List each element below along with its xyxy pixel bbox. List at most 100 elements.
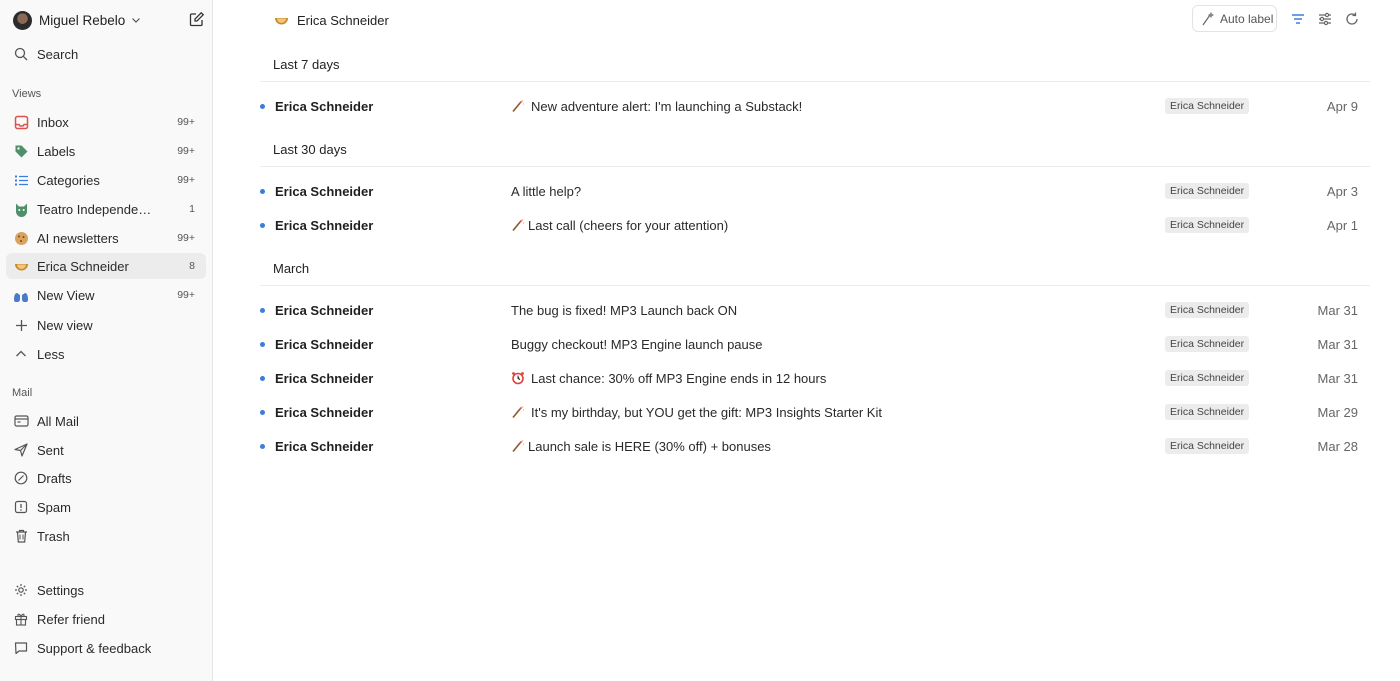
sidebar-item-refer-friend[interactable]: Refer friend: [6, 606, 206, 632]
sidebar-item-count: 8: [189, 260, 195, 272]
label-badge: Erica Schneider: [1165, 98, 1250, 114]
unread-dot: [260, 341, 265, 347]
sidebar-search[interactable]: Search: [6, 41, 206, 67]
label-badge: Erica Schneider: [1165, 438, 1250, 454]
email-subject: Last chance: 30% off MP3 Engine ends in …: [511, 371, 826, 386]
label-badge: Erica Schneider: [1165, 370, 1250, 386]
cookie-icon: [13, 230, 29, 246]
sidebar-item-ai-newsletters[interactable]: AI newsletters 99+: [6, 225, 206, 251]
bowl-icon: [13, 258, 29, 274]
email-sender: Erica Schneider: [275, 336, 374, 352]
view-title: Erica Schneider: [274, 10, 389, 30]
email-row[interactable]: Erica Schneider It's my birthday, but YO…: [254, 397, 1364, 427]
divider: [260, 81, 1370, 82]
email-subject: Buggy checkout! MP3 Engine launch pause: [511, 337, 763, 352]
mail-section-title: Mail: [12, 387, 33, 399]
sidebar-item-label: Refer friend: [37, 611, 105, 627]
email-subject-text: Buggy checkout! MP3 Engine launch pause: [511, 336, 763, 352]
sidebar-item-trash[interactable]: Trash: [6, 523, 206, 549]
sidebar-item-label: Drafts: [37, 470, 72, 486]
email-sender: Erica Schneider: [275, 302, 374, 318]
unread-dot: [260, 103, 265, 109]
magic-wand-icon: [511, 218, 525, 232]
sidebar-item-inbox[interactable]: Inbox 99+: [6, 109, 206, 135]
spam-icon: [13, 499, 29, 515]
email-row[interactable]: Erica Schneider Last chance: 30% off MP3…: [254, 363, 1364, 393]
email-row[interactable]: Erica Schneider Launch sale is HERE (30%…: [254, 431, 1364, 461]
inbox-icon: [13, 114, 29, 130]
email-row[interactable]: Erica Schneider New adventure alert: I'm…: [254, 91, 1364, 121]
refresh-icon[interactable]: [1344, 11, 1360, 27]
sidebar-item-drafts[interactable]: Drafts: [6, 465, 206, 491]
send-icon: [13, 442, 29, 458]
filter-icon[interactable]: [1290, 11, 1306, 27]
email-date: Mar 31: [1317, 336, 1358, 352]
less-label: Less: [37, 346, 65, 362]
label-badge: Erica Schneider: [1165, 404, 1250, 420]
tag-icon: [13, 143, 29, 159]
sidebar-item-count: 99+: [177, 232, 195, 244]
email-subject-text: The bug is fixed! MP3 Launch back ON: [511, 302, 738, 318]
sidebar-item-categories[interactable]: Categories 99+: [6, 167, 206, 193]
email-subject-text: It's my birthday, but YOU get the gift: …: [531, 404, 882, 420]
compose-icon[interactable]: [189, 11, 205, 27]
divider: [260, 285, 1370, 286]
sidebar-item-sent[interactable]: Sent: [6, 437, 206, 463]
email-row[interactable]: Erica Schneider Last call (cheers for yo…: [254, 210, 1364, 240]
views-section-title: Views: [12, 88, 42, 100]
email-date: Apr 3: [1326, 183, 1358, 199]
account-switcher[interactable]: Miguel Rebelo: [13, 9, 205, 31]
email-sender: Erica Schneider: [275, 370, 374, 386]
magic-wand-icon: [511, 99, 525, 113]
sidebar-item-erica-schneider[interactable]: Erica Schneider 8: [6, 253, 206, 279]
less-toggle[interactable]: Less: [6, 341, 206, 367]
auto-label-button[interactable]: Auto label: [1192, 5, 1277, 32]
trash-icon: [13, 528, 29, 544]
avatar: [13, 10, 32, 30]
sidebar-search-label: Search: [37, 46, 79, 62]
sidebar-item-count: 1: [189, 203, 195, 215]
sidebar-item-teatro[interactable]: Teatro Independent... 1: [6, 196, 206, 222]
gift-icon: [13, 611, 29, 627]
sidebar-item-label: AI newsletters: [37, 230, 119, 246]
sidebar-item-new-view-saved[interactable]: New View 99+: [6, 282, 206, 308]
email-date: Apr 9: [1326, 98, 1358, 114]
sidebar-item-label: Erica Schneider: [37, 258, 129, 274]
sidebar-item-all-mail[interactable]: All Mail: [6, 408, 206, 434]
search-icon: [13, 46, 29, 62]
email-subject-text: Last chance: 30% off MP3 Engine ends in …: [531, 370, 827, 386]
email-subject: The bug is fixed! MP3 Launch back ON: [511, 303, 737, 318]
sidebar-item-label: Inbox: [37, 114, 69, 130]
email-row[interactable]: Erica Schneider A little help? Erica Sch…: [254, 176, 1364, 206]
email-row[interactable]: Erica Schneider The bug is fixed! MP3 La…: [254, 295, 1364, 325]
label-badge: Erica Schneider: [1165, 217, 1250, 233]
plus-icon: [13, 317, 29, 333]
email-subject: New adventure alert: I'm launching a Sub…: [511, 99, 802, 114]
all-mail-icon: [13, 413, 29, 429]
settings-sliders-icon[interactable]: [1317, 11, 1333, 27]
group-header-last-30-days: Last 30 days: [273, 142, 347, 157]
email-subject-text: Last call (cheers for your attention): [528, 217, 729, 233]
label-badge: Erica Schneider: [1165, 302, 1250, 318]
email-subject: Last call (cheers for your attention): [511, 218, 728, 233]
sidebar-item-label: All Mail: [37, 413, 79, 429]
draft-icon: [13, 470, 29, 486]
email-sender: Erica Schneider: [275, 98, 374, 114]
sidebar-item-label: Sent: [37, 442, 64, 458]
sidebar-item-settings[interactable]: Settings: [6, 577, 206, 603]
wand-icon: [1201, 11, 1215, 26]
email-date: Mar 31: [1317, 302, 1358, 318]
sidebar-item-count: 99+: [177, 145, 195, 157]
group-header-march: March: [273, 261, 310, 276]
sidebar-item-labels[interactable]: Labels 99+: [6, 138, 206, 164]
email-date: Mar 28: [1317, 438, 1358, 454]
email-date: Mar 31: [1317, 370, 1358, 386]
sidebar-item-spam[interactable]: Spam: [6, 494, 206, 520]
email-row[interactable]: Erica Schneider Buggy checkout! MP3 Engi…: [254, 329, 1364, 359]
email-date: Apr 1: [1326, 217, 1358, 233]
new-view-button[interactable]: New view: [6, 312, 206, 338]
sidebar-item-count: 99+: [177, 116, 195, 128]
sidebar-item-label: Teatro Independent...: [37, 201, 157, 217]
sidebar: Miguel Rebelo Search Views Inbox 99+ Lab…: [0, 0, 213, 681]
sidebar-item-support[interactable]: Support & feedback: [6, 635, 206, 661]
